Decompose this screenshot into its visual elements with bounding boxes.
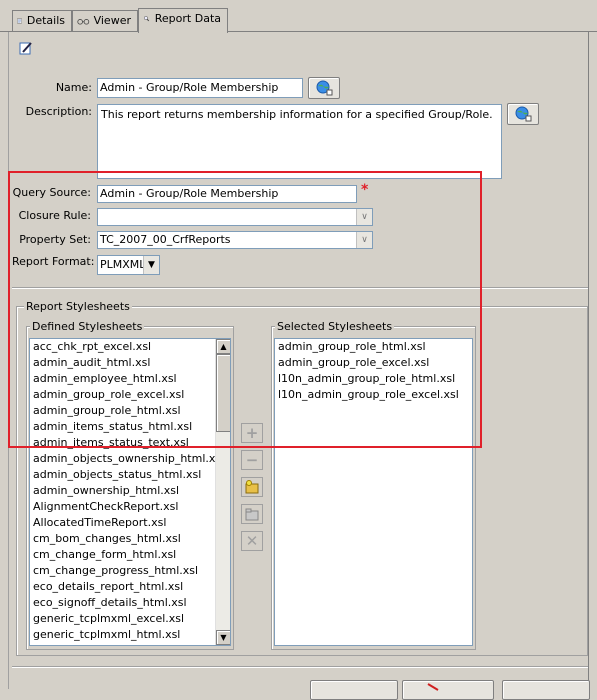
bottom-button-2[interactable] <box>402 680 494 700</box>
list-item[interactable]: AlignmentCheckReport.xsl <box>30 499 230 515</box>
magnifier-icon <box>143 16 150 22</box>
minus-icon: − <box>245 451 259 469</box>
folder-icon <box>245 508 259 521</box>
globe-icon <box>316 80 333 96</box>
list-item[interactable]: cm_change_progress_html.xsl <box>30 563 230 579</box>
list-item[interactable]: cm_change_form_html.xsl <box>30 547 230 563</box>
list-item[interactable]: admin_objects_status_html.xsl <box>30 467 230 483</box>
tab-details[interactable]: Details <box>12 10 72 32</box>
globe-icon <box>515 106 532 122</box>
name-field[interactable]: Admin - Group/Role Membership <box>97 78 303 98</box>
bottom-button-3[interactable] <box>502 680 590 700</box>
delete-stylesheet-button[interactable]: ✕ <box>241 531 263 551</box>
close-icon: ✕ <box>245 532 259 550</box>
description-field[interactable]: This report returns membership informati… <box>97 104 502 179</box>
highlight-box <box>8 171 482 448</box>
edit-icon[interactable] <box>18 40 34 56</box>
new-folder-icon <box>245 480 259 494</box>
details-icon <box>17 18 22 24</box>
tab-strip: Details Viewer Report Data <box>0 0 597 33</box>
list-item[interactable]: cm_bom_changes_html.xsl <box>30 531 230 547</box>
cancel-icon <box>427 683 439 691</box>
tab-label: Viewer <box>93 14 131 27</box>
tab-label: Details <box>26 14 65 27</box>
bottom-divider <box>12 666 588 668</box>
scroll-down-icon[interactable]: ▼ <box>216 630 230 645</box>
list-item[interactable]: admin_objects_ownership_html.xsl <box>30 451 230 467</box>
list-item[interactable]: eco_details_report_html.xsl <box>30 579 230 595</box>
list-item[interactable]: admin_ownership_html.xsl <box>30 483 230 499</box>
remove-stylesheet-button[interactable]: − <box>241 450 263 470</box>
tab-report-data[interactable]: Report Data <box>138 8 228 33</box>
name-globe-button[interactable] <box>308 77 340 99</box>
tab-label: Report Data <box>154 12 221 25</box>
glasses-icon <box>77 19 90 25</box>
name-label: Name: <box>55 81 92 94</box>
list-item[interactable]: AllocatedTimeReport.xsl <box>30 515 230 531</box>
right-edge <box>588 32 589 689</box>
list-item[interactable]: generic_tcplmxml_excel.xsl <box>30 611 230 627</box>
bottom-button-1[interactable] <box>310 680 398 700</box>
tab-viewer[interactable]: Viewer <box>72 10 138 32</box>
description-globe-button[interactable] <box>507 103 539 125</box>
description-label: Description: <box>25 105 92 118</box>
open-stylesheet-button[interactable] <box>241 504 263 524</box>
new-stylesheet-button[interactable] <box>241 477 263 497</box>
list-item[interactable]: generic_tcplmxml_html.xsl <box>30 627 230 643</box>
list-item[interactable]: eco_signoff_details_html.xsl <box>30 595 230 611</box>
